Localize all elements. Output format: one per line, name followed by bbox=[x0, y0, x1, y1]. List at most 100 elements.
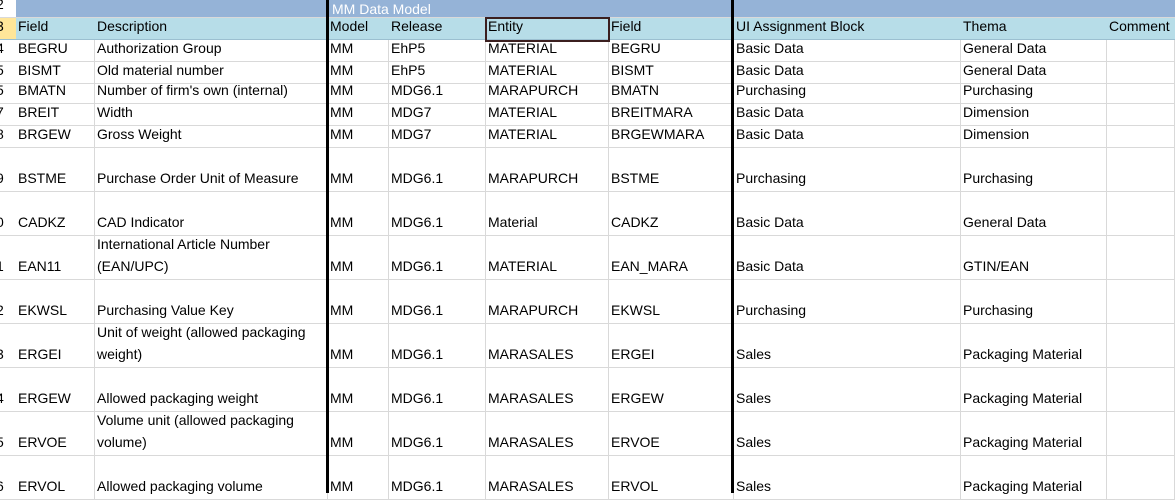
cell-release[interactable]: MDG6.1 bbox=[389, 324, 486, 367]
cell-entity[interactable]: MARAPURCH bbox=[486, 84, 609, 103]
cell-field2[interactable]: ERVOE bbox=[609, 412, 734, 455]
cell-release[interactable]: MDG6.1 bbox=[389, 192, 486, 235]
cell-ui_block[interactable]: Basic Data bbox=[734, 236, 961, 279]
cell-model[interactable]: MM bbox=[328, 324, 389, 367]
cell-entity[interactable]: Material bbox=[486, 192, 609, 235]
cell-thema[interactable]: Packaging Material bbox=[961, 324, 1107, 367]
cell-comment[interactable] bbox=[1107, 236, 1175, 279]
cell-description[interactable]: Allowed packaging weight bbox=[95, 368, 328, 411]
cell-model[interactable]: MM bbox=[328, 126, 389, 147]
cell-release[interactable]: MDG6.1 bbox=[389, 236, 486, 279]
cell-model[interactable]: MM bbox=[328, 84, 389, 103]
cell-entity[interactable]: MATERIAL bbox=[486, 62, 609, 83]
cell-thema[interactable]: GTIN/EAN bbox=[961, 236, 1107, 279]
column-header-ui_block[interactable]: UI Assignment Block bbox=[734, 18, 961, 39]
cell-model[interactable]: MM bbox=[328, 412, 389, 455]
cell-thema[interactable]: Purchasing bbox=[961, 148, 1107, 191]
cell-field[interactable]: EAN11 bbox=[16, 236, 95, 279]
cell-description[interactable]: Old material number bbox=[95, 62, 328, 83]
cell-model[interactable]: MM bbox=[328, 40, 389, 61]
cell-release[interactable]: MDG6.1 bbox=[389, 412, 486, 455]
cell-release[interactable]: MDG6.1 bbox=[389, 148, 486, 191]
cell-model[interactable]: MM bbox=[328, 148, 389, 191]
cell-comment[interactable] bbox=[1107, 148, 1175, 191]
cell-field2[interactable]: EAN_MARA bbox=[609, 236, 734, 279]
cell-comment[interactable] bbox=[1107, 192, 1175, 235]
cell-description[interactable]: Purchasing Value Key bbox=[95, 280, 328, 323]
cell-field[interactable]: CADKZ bbox=[16, 192, 95, 235]
cell-ui_block[interactable]: Basic Data bbox=[734, 192, 961, 235]
cell-release[interactable]: EhP5 bbox=[389, 62, 486, 83]
cell-description[interactable]: Purchase Order Unit of Measure bbox=[95, 148, 328, 191]
cell-ui_block[interactable]: Basic Data bbox=[734, 126, 961, 147]
cell-field[interactable]: ERGEW bbox=[16, 368, 95, 411]
cell-comment[interactable] bbox=[1107, 412, 1175, 455]
column-header-comment[interactable]: Comment bbox=[1107, 18, 1175, 39]
cell-field2[interactable]: BEGRU bbox=[609, 40, 734, 61]
column-header-release[interactable]: Release bbox=[389, 18, 486, 39]
cell-release[interactable]: MDG7 bbox=[389, 126, 486, 147]
cell-thema[interactable]: Packaging Material bbox=[961, 368, 1107, 411]
cell-ui_block[interactable]: Sales bbox=[734, 412, 961, 455]
cell-field2[interactable]: BREITMARA bbox=[609, 104, 734, 125]
cell-model[interactable]: MM bbox=[328, 236, 389, 279]
cell-description[interactable]: Unit of weight (allowed packaging weight… bbox=[95, 324, 328, 367]
cell-field2[interactable]: CADKZ bbox=[609, 192, 734, 235]
cell-field[interactable]: BREIT bbox=[16, 104, 95, 125]
cell-comment[interactable] bbox=[1107, 368, 1175, 411]
cell-comment[interactable] bbox=[1107, 324, 1175, 367]
column-header-model[interactable]: Model bbox=[328, 18, 389, 39]
cell-field2[interactable]: BISMT bbox=[609, 62, 734, 83]
cell-field2[interactable]: EKWSL bbox=[609, 280, 734, 323]
cell-comment[interactable] bbox=[1107, 126, 1175, 147]
cell-model[interactable]: MM bbox=[328, 104, 389, 125]
column-header-field2[interactable]: Field bbox=[609, 18, 734, 39]
cell-release[interactable]: MDG7 bbox=[389, 104, 486, 125]
cell-entity[interactable]: MARAPURCH bbox=[486, 280, 609, 323]
cell-description[interactable]: CAD Indicator bbox=[95, 192, 328, 235]
cell-thema[interactable]: Dimension bbox=[961, 126, 1107, 147]
cell-thema[interactable]: General Data bbox=[961, 192, 1107, 235]
cell-field2[interactable]: ERGEW bbox=[609, 368, 734, 411]
cell-field[interactable]: BRGEW bbox=[16, 126, 95, 147]
cell-entity[interactable]: MARASALES bbox=[486, 324, 609, 367]
cell-thema[interactable]: Packaging Material bbox=[961, 412, 1107, 455]
cell-thema[interactable]: General Data bbox=[961, 62, 1107, 83]
cell-model[interactable]: MM bbox=[328, 368, 389, 411]
cell-field[interactable]: BISMT bbox=[16, 62, 95, 83]
cell-comment[interactable] bbox=[1107, 104, 1175, 125]
cell-release[interactable]: MDG6.1 bbox=[389, 368, 486, 411]
cell-model[interactable]: MM bbox=[328, 280, 389, 323]
cell-thema[interactable]: Purchasing bbox=[961, 84, 1107, 103]
cell-field2[interactable]: BMATN bbox=[609, 84, 734, 103]
column-header-thema[interactable]: Thema bbox=[961, 18, 1107, 39]
cell-description[interactable]: Authorization Group bbox=[95, 40, 328, 61]
cell-description[interactable]: Volume unit (allowed packaging volume) bbox=[95, 412, 328, 455]
cell-comment[interactable] bbox=[1107, 62, 1175, 83]
column-header-field[interactable]: Field bbox=[16, 18, 95, 39]
cell-model[interactable]: MM bbox=[328, 62, 389, 83]
cell-description[interactable]: Number of firm's own (internal) bbox=[95, 84, 328, 103]
cell-field2[interactable]: BSTME bbox=[609, 148, 734, 191]
cell-release[interactable]: EhP5 bbox=[389, 40, 486, 61]
cell-entity[interactable]: MARASALES bbox=[486, 368, 609, 411]
cell-field[interactable]: ERVOE bbox=[16, 412, 95, 455]
cell-ui_block[interactable]: Purchasing bbox=[734, 148, 961, 191]
cell-comment[interactable] bbox=[1107, 280, 1175, 323]
column-header-description[interactable]: Description bbox=[95, 18, 328, 39]
cell-entity[interactable]: MATERIAL bbox=[486, 126, 609, 147]
cell-ui_block[interactable]: Basic Data bbox=[734, 62, 961, 83]
sheet-title-cell[interactable]: MM Data Model bbox=[330, 0, 730, 17]
cell-model[interactable]: MM bbox=[328, 192, 389, 235]
cell-ui_block[interactable]: Sales bbox=[734, 368, 961, 411]
cell-ui_block[interactable]: Purchasing bbox=[734, 280, 961, 323]
cell-thema[interactable]: General Data bbox=[961, 40, 1107, 61]
cell-field[interactable]: BEGRU bbox=[16, 40, 95, 61]
cell-field[interactable]: BSTME bbox=[16, 148, 95, 191]
cell-entity[interactable]: MARASALES bbox=[486, 412, 609, 455]
cell-field[interactable]: ERGEI bbox=[16, 324, 95, 367]
cell-ui_block[interactable]: Basic Data bbox=[734, 104, 961, 125]
cell-field[interactable]: BMATN bbox=[16, 84, 95, 103]
cell-comment[interactable] bbox=[1107, 40, 1175, 61]
cell-entity[interactable]: MATERIAL bbox=[486, 236, 609, 279]
